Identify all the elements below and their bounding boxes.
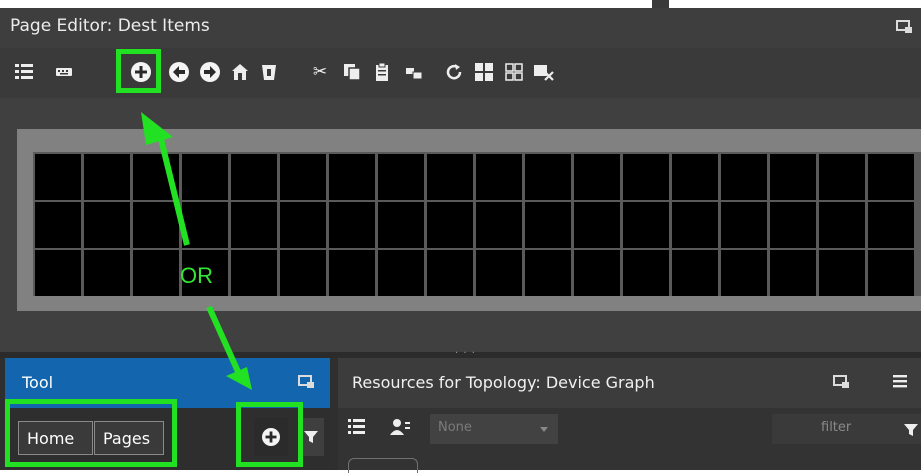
- grid-cell[interactable]: [574, 154, 620, 200]
- paste-icon[interactable]: [370, 60, 394, 84]
- highlight-toolbar-add: [116, 49, 161, 93]
- chevron-down-icon: [540, 427, 548, 432]
- trash-icon[interactable]: [257, 60, 281, 84]
- resource-tab[interactable]: [348, 458, 418, 473]
- grid-cell[interactable]: [133, 250, 179, 296]
- grid-cell[interactable]: [721, 250, 767, 296]
- grid-cell[interactable]: [329, 202, 375, 248]
- grid-cell[interactable]: [868, 202, 914, 248]
- resource-filter-icon[interactable]: [904, 422, 918, 441]
- grid-cell[interactable]: [35, 154, 81, 200]
- grid-cell[interactable]: [770, 202, 816, 248]
- resources-undock-icon[interactable]: [833, 375, 849, 388]
- grid-cell[interactable]: [623, 250, 669, 296]
- highlight-breadcrumbs: [5, 399, 177, 467]
- grid-cell[interactable]: [84, 250, 130, 296]
- grid-cell[interactable]: [378, 250, 424, 296]
- grid-cell[interactable]: [672, 202, 718, 248]
- move-icon[interactable]: [402, 60, 426, 84]
- filter-icon: [304, 431, 318, 443]
- home-icon[interactable]: [228, 60, 252, 84]
- list-icon[interactable]: [12, 60, 36, 84]
- grid-cell[interactable]: [329, 250, 375, 296]
- top-strip: [0, 0, 921, 8]
- grid-cell[interactable]: [770, 250, 816, 296]
- copy-icon[interactable]: [340, 60, 364, 84]
- menu-icon[interactable]: [893, 373, 907, 392]
- grid-cell[interactable]: [35, 202, 81, 248]
- keyboard-icon[interactable]: [52, 60, 76, 84]
- grid-cell[interactable]: [35, 250, 81, 296]
- grid-cell[interactable]: [770, 154, 816, 200]
- grid-cell[interactable]: [231, 202, 277, 248]
- tool-undock-icon[interactable]: [298, 375, 314, 388]
- undock-icon[interactable]: [896, 20, 912, 33]
- grid-cell[interactable]: [427, 250, 473, 296]
- grid-cell[interactable]: [868, 250, 914, 296]
- grid-cell[interactable]: [574, 202, 620, 248]
- grid-cell[interactable]: [525, 250, 571, 296]
- grid-cell[interactable]: [182, 202, 228, 248]
- grid-cell[interactable]: [280, 202, 326, 248]
- grid-cell[interactable]: [476, 250, 522, 296]
- grid-cell[interactable]: [672, 250, 718, 296]
- grid-cell[interactable]: [623, 154, 669, 200]
- cut-icon[interactable]: ✂: [308, 60, 332, 84]
- resources-panel-title: Resources for Topology: Device Graph: [352, 373, 655, 392]
- grid-outline-icon[interactable]: [502, 60, 526, 84]
- grid-cell[interactable]: [378, 202, 424, 248]
- grid-cell[interactable]: [525, 202, 571, 248]
- grid-cell[interactable]: [231, 154, 277, 200]
- grid-cell[interactable]: [133, 154, 179, 200]
- delete-selection-icon[interactable]: [532, 60, 556, 84]
- grid-cell[interactable]: [280, 154, 326, 200]
- grid-cell[interactable]: [427, 154, 473, 200]
- grid-cell[interactable]: [819, 154, 865, 200]
- grid-cell[interactable]: [476, 154, 522, 200]
- grid-cell[interactable]: [721, 154, 767, 200]
- grid-cell[interactable]: [525, 154, 571, 200]
- resource-filter-placeholder: filter: [821, 420, 852, 435]
- resource-type-select-value: None: [438, 420, 472, 435]
- button-grid: [33, 152, 921, 296]
- grid-cell[interactable]: [231, 250, 277, 296]
- grid-cell[interactable]: [672, 154, 718, 200]
- arrow-left-icon[interactable]: [167, 60, 191, 84]
- grid-cell[interactable]: [378, 154, 424, 200]
- refresh-icon[interactable]: [442, 60, 466, 84]
- grid-cell[interactable]: [868, 154, 914, 200]
- list-view-icon[interactable]: [348, 418, 366, 440]
- grid-cell[interactable]: [427, 202, 473, 248]
- grid-cell[interactable]: [476, 202, 522, 248]
- grid-cell[interactable]: [84, 202, 130, 248]
- grid-cell[interactable]: [280, 250, 326, 296]
- arrow-right-icon[interactable]: [198, 60, 222, 84]
- tool-panel-title: Tool: [22, 373, 54, 392]
- grid-filled-icon[interactable]: [472, 60, 496, 84]
- grid-cell[interactable]: [84, 154, 130, 200]
- or-label: OR: [180, 263, 213, 288]
- editor-title: Page Editor: Dest Items: [10, 16, 210, 36]
- grid-cell[interactable]: [133, 202, 179, 248]
- grid-cell[interactable]: [819, 202, 865, 248]
- grid-cell[interactable]: [329, 154, 375, 200]
- grid-cell[interactable]: [721, 202, 767, 248]
- grid-cell[interactable]: [574, 250, 620, 296]
- user-list-icon[interactable]: [390, 418, 410, 440]
- partial-icon: [652, 0, 669, 8]
- grid-cell[interactable]: [623, 202, 669, 248]
- grid-cell[interactable]: [819, 250, 865, 296]
- grid-cell[interactable]: [182, 154, 228, 200]
- highlight-tool-add: [236, 402, 303, 467]
